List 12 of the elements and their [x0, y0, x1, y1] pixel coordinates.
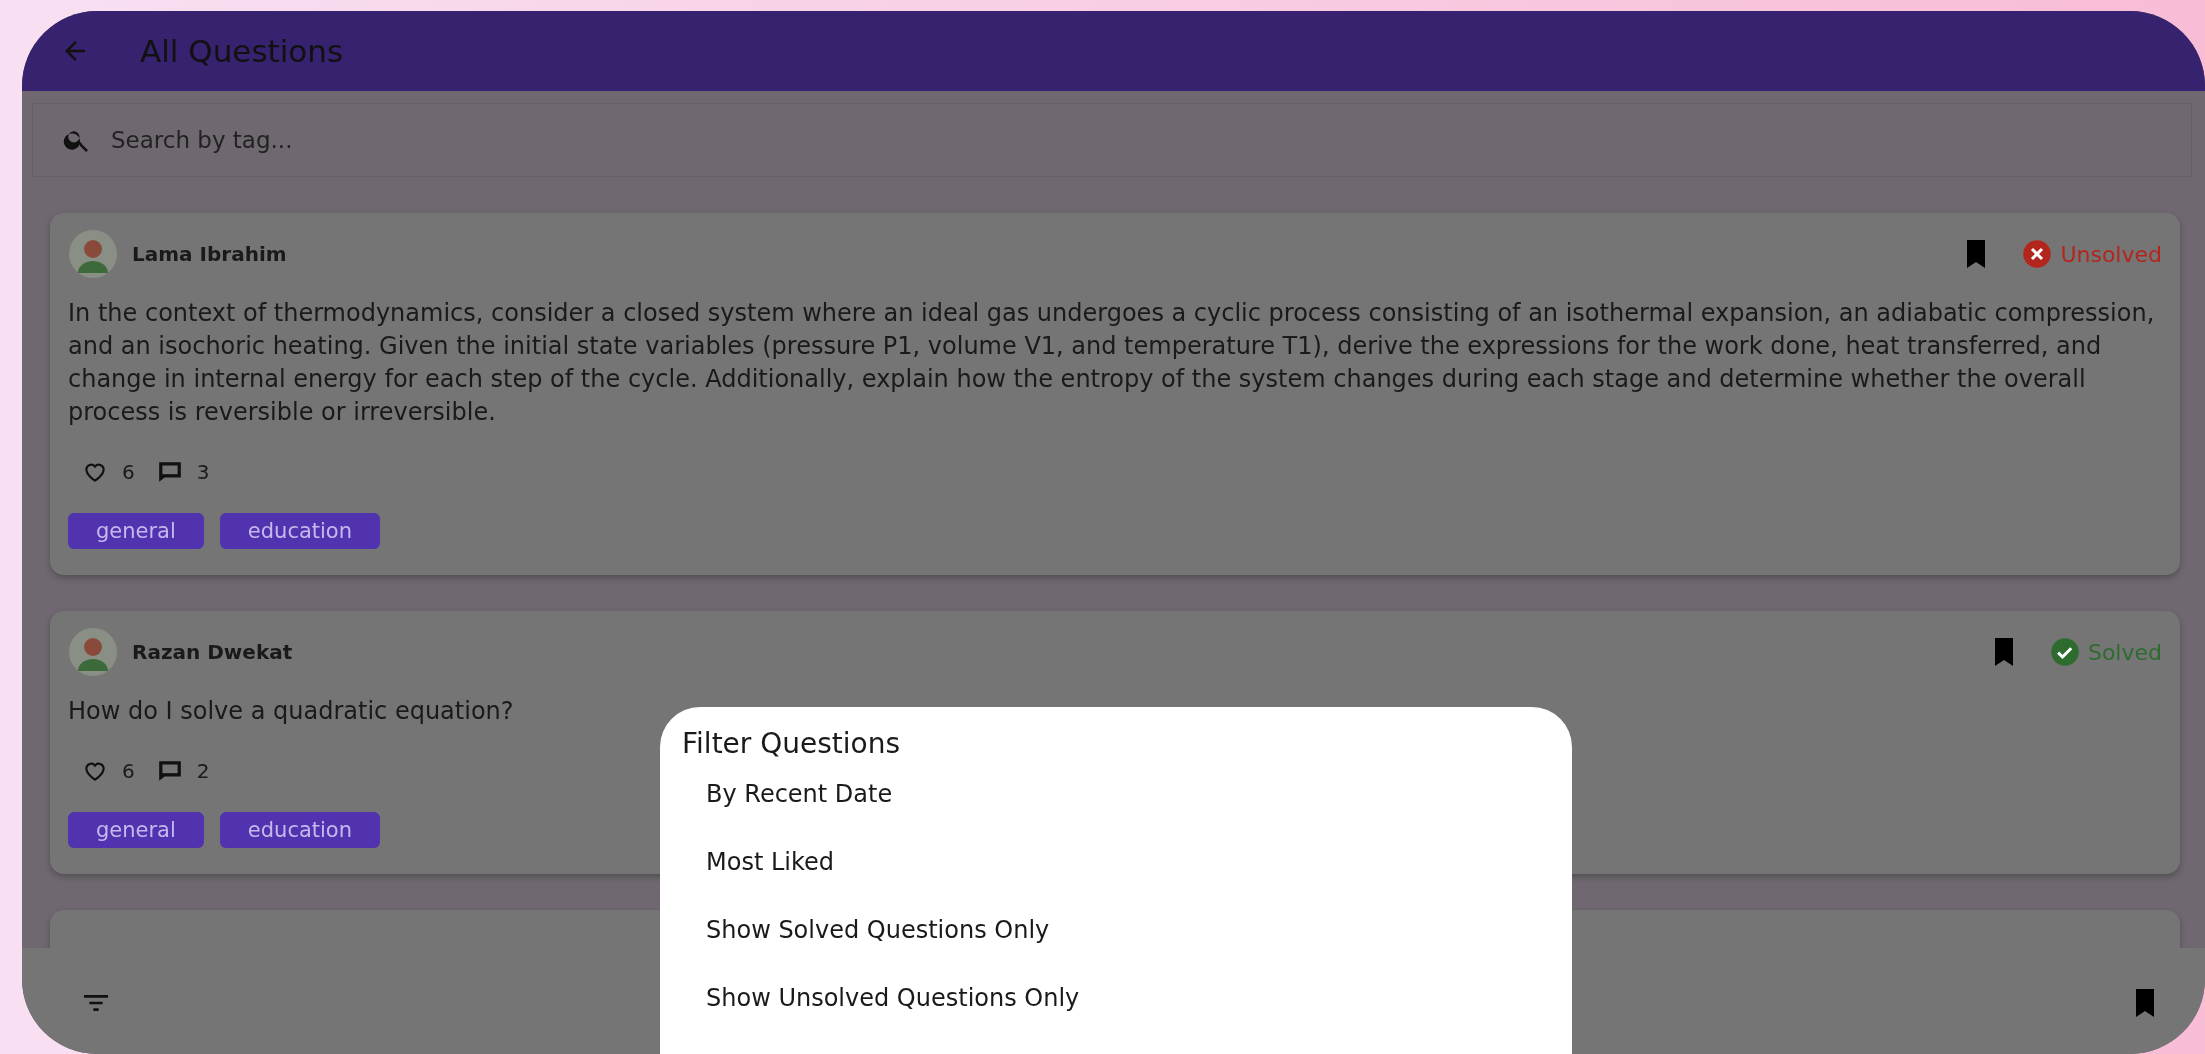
author-name: Lama Ibrahim [132, 242, 287, 266]
question-text: In the context of thermodynamics, consider a closed system where an ideal gas undergoes a cyclic process consisting of an isothermal expansion, an adiabatic compression, and an isochoric heating. Given the initial state variables (pressure P1, volume V1, and temperature T1), derive the expressions for the work done, heat transferred, and change in internal energy for each step of the cycle. Additionally, explain how the entropy of the system changes during each stage and determine whether the overall process is reversible or irreversible. [68, 298, 2156, 428]
comment-count: 2 [196, 759, 210, 783]
like-count: 6 [122, 460, 135, 484]
comment-count: 3 [196, 460, 210, 484]
like-count: 6 [122, 759, 135, 783]
screen-title: All Questions [140, 33, 344, 69]
question-text: How do I solve a quadratic equation? [68, 696, 515, 727]
status-label: Unsolved [2022, 239, 2162, 269]
dialog-title: Filter Questions [682, 727, 902, 760]
author-name: Razan Dwekat [132, 640, 293, 664]
status-label: Solved [2049, 637, 2162, 667]
